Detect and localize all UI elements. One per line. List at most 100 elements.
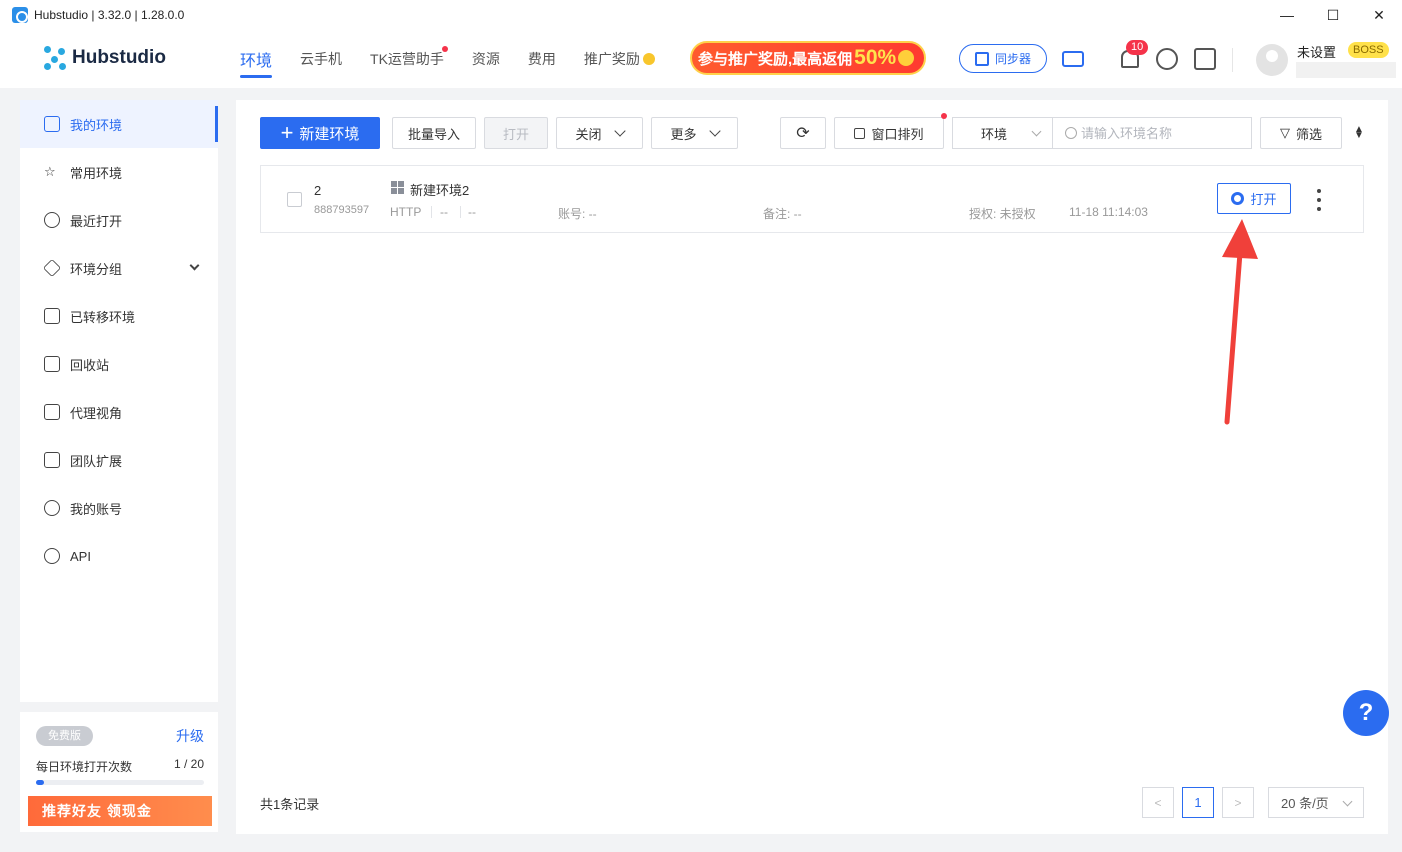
- cube-icon: [44, 452, 60, 468]
- sort-icon[interactable]: ▲ ▼: [1354, 125, 1364, 141]
- more-options-icon[interactable]: [1315, 189, 1323, 211]
- chevron-down-icon: [1031, 126, 1042, 137]
- sidebar-item-recent[interactable]: 最近打开: [20, 196, 218, 244]
- proxy-ip: --: [440, 205, 448, 219]
- coin-icon: [898, 50, 915, 66]
- sidebar: 我的环境 ☆ 常用环境 最近打开 环境分组 已转移环境 回收站 代理视角 团队扩展…: [20, 100, 218, 702]
- close-dropdown[interactable]: 关闭: [556, 117, 643, 149]
- divider: [431, 206, 432, 218]
- red-arrow-annotation: [1222, 219, 1258, 425]
- main-nav: 环境 云手机 TK运营助手 资源 费用 推广奖励: [226, 30, 669, 88]
- tab-cloud-phone[interactable]: 云手机: [286, 30, 356, 88]
- tab-environment[interactable]: 环境: [226, 30, 286, 88]
- sidebar-item-account[interactable]: 我的账号: [20, 484, 218, 532]
- page-size-select[interactable]: 20 条/页: [1268, 787, 1364, 818]
- sidebar-item-my-environments[interactable]: 我的环境: [20, 100, 218, 148]
- tab-billing[interactable]: 费用: [514, 30, 570, 88]
- logo-mark-icon: [42, 44, 70, 72]
- close-window-button[interactable]: ✕: [1356, 0, 1402, 30]
- chevron-down-icon: [708, 124, 721, 137]
- total-records: 共1条记录: [260, 797, 320, 812]
- window-icon: [854, 127, 866, 139]
- windows-icon: [391, 181, 404, 194]
- history-icon[interactable]: [1194, 48, 1216, 70]
- chevron-down-icon: [1342, 796, 1353, 807]
- divider: [1232, 48, 1233, 72]
- sidebar-item-proxy-view[interactable]: 代理视角: [20, 388, 218, 436]
- coin-icon: [642, 53, 655, 65]
- env-number: 2: [314, 183, 322, 198]
- batch-import-button[interactable]: 批量导入: [392, 117, 476, 149]
- upgrade-link[interactable]: 升级: [176, 726, 204, 746]
- user-badge: BOSS: [1348, 42, 1389, 58]
- window-arrange-button[interactable]: 窗口排列: [834, 117, 944, 149]
- search-icon: [1065, 127, 1077, 139]
- search-box: 环境: [952, 117, 1252, 149]
- multi-screen-icon[interactable]: [1062, 51, 1084, 67]
- open-button[interactable]: 打开: [484, 117, 548, 149]
- sync-button[interactable]: 同步器: [959, 44, 1047, 73]
- progress-fill: [36, 780, 45, 785]
- auth-status: 授权: 未授权: [969, 207, 1036, 221]
- sidebar-item-api[interactable]: API: [20, 532, 218, 580]
- search-input[interactable]: [1053, 119, 1243, 147]
- next-page-button[interactable]: >: [1222, 787, 1254, 818]
- divider: [460, 206, 461, 218]
- tab-tk-assistant[interactable]: TK运营助手: [356, 30, 458, 88]
- notification-badge: 10: [1126, 40, 1149, 55]
- open-env-button[interactable]: 打开: [1217, 183, 1291, 214]
- promo-banner[interactable]: 参与推广奖励,最高返佣 50%: [690, 41, 926, 75]
- chevron-down-icon: [189, 260, 200, 271]
- search-scope-select[interactable]: 环境: [953, 118, 1053, 148]
- refresh-button[interactable]: ⟳: [780, 117, 826, 149]
- api-icon: [44, 548, 60, 564]
- logo[interactable]: Hubstudio: [42, 44, 166, 72]
- app-icon: [12, 7, 28, 23]
- sidebar-item-transferred[interactable]: 已转移环境: [20, 292, 218, 340]
- new-environment-button[interactable]: + 新建环境: [260, 117, 380, 149]
- chevron-down-icon: [613, 124, 626, 137]
- avatar[interactable]: [1256, 44, 1288, 76]
- table-row[interactable]: 2 888793597 新建环境2 HTTP -- -- 账号: -- 备注: …: [260, 165, 1364, 233]
- layers-icon: [42, 258, 62, 278]
- prev-page-button[interactable]: <: [1142, 787, 1174, 818]
- star-icon: ☆: [44, 164, 56, 179]
- minimize-button[interactable]: —: [1264, 0, 1310, 30]
- daily-open-count: 1 / 20: [173, 757, 204, 771]
- sidebar-item-trash[interactable]: 回收站: [20, 340, 218, 388]
- toolbar: +新建环境 批量导入 打开 关闭 更多 ⟳ 窗口排列 环境 ▽筛选 ▲▼: [236, 100, 1388, 164]
- sync-icon: [974, 51, 989, 66]
- daily-open-label: 每日环境打开次数: [36, 760, 133, 774]
- proxy-region: --: [468, 205, 476, 219]
- daily-open-progress: [36, 780, 204, 785]
- sidebar-item-groups[interactable]: 环境分组: [20, 244, 218, 292]
- user-name[interactable]: 未设置: [1297, 42, 1336, 61]
- maximize-button[interactable]: ☐: [1310, 0, 1356, 30]
- note-info: 备注: --: [763, 207, 802, 221]
- refer-friends-banner[interactable]: 推荐好友 领现金: [28, 796, 212, 826]
- account-info: 账号: --: [558, 207, 597, 221]
- proxy-icon: [44, 404, 60, 420]
- tab-resources[interactable]: 资源: [458, 30, 514, 88]
- window-title: Hubstudio | 3.32.0 | 1.28.0.0: [34, 8, 185, 22]
- plan-box: 免费版 升级 每日环境打开次数 1 / 20 推荐好友 领现金: [20, 712, 218, 832]
- sidebar-item-team[interactable]: 团队扩展: [20, 436, 218, 484]
- more-dropdown[interactable]: 更多: [651, 117, 738, 149]
- user-icon: [44, 500, 60, 516]
- main-panel: +新建环境 批量导入 打开 关闭 更多 ⟳ 窗口排列 环境 ▽筛选 ▲▼ 2 8…: [236, 100, 1388, 834]
- page-1-button[interactable]: 1: [1182, 787, 1214, 818]
- proxy-type: HTTP: [390, 205, 422, 219]
- transfer-icon: [44, 308, 60, 324]
- row-checkbox[interactable]: [287, 192, 302, 207]
- user-id-redacted: [1296, 62, 1396, 78]
- download-icon[interactable]: [1156, 48, 1178, 70]
- filter-button[interactable]: ▽ 筛选: [1260, 117, 1342, 149]
- new-dot-icon: [941, 113, 947, 119]
- tab-referral[interactable]: 推广奖励: [570, 30, 669, 88]
- sidebar-item-favorites[interactable]: ☆ 常用环境: [20, 148, 218, 196]
- trash-icon: [44, 356, 60, 372]
- refresh-icon: ⟳: [796, 125, 810, 142]
- help-button[interactable]: ?: [1343, 690, 1389, 736]
- clock-icon: [44, 212, 60, 228]
- env-id: 888793597: [314, 204, 370, 216]
